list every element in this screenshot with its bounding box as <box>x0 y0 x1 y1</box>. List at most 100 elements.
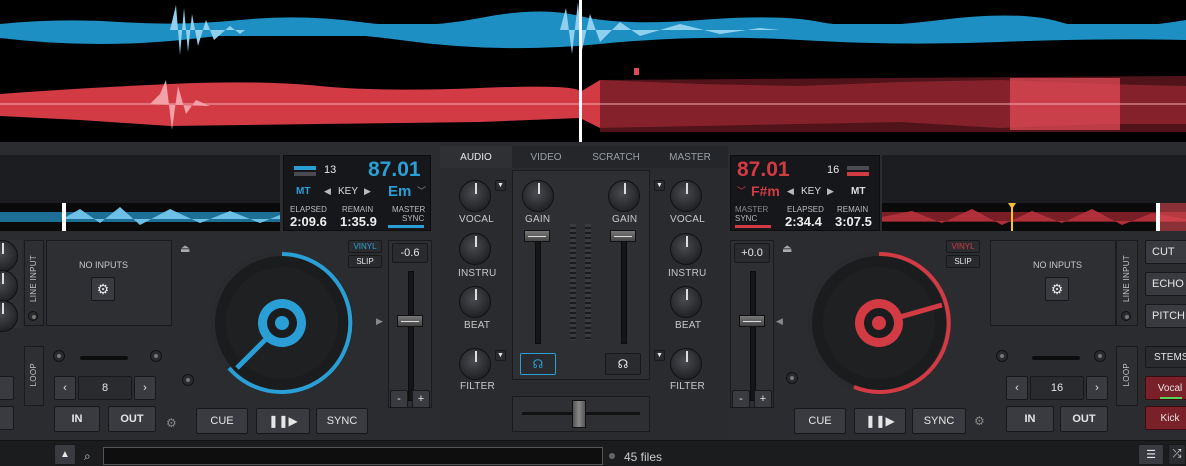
deck1-loop-dot[interactable] <box>53 350 65 362</box>
deck2-line-input-panel[interactable]: LINE INPUT <box>1116 240 1138 326</box>
tab-audio[interactable]: AUDIO <box>440 146 513 168</box>
deck2-key-chevron-icon[interactable]: ﹀ <box>737 184 746 197</box>
mixer-left-volume-fader[interactable] <box>524 230 550 242</box>
deck2-bpm[interactable]: 87.01 <box>737 158 790 182</box>
deck2-play-pause-icon[interactable]: ❚❚▶ <box>854 408 906 434</box>
deck1-play-pause-icon[interactable]: ❚❚▶ <box>256 408 310 434</box>
stem-kick-button[interactable]: Kick <box>1145 406 1186 430</box>
deck1-line-input-dot[interactable] <box>28 311 38 321</box>
deck1-loop-value[interactable]: 8 <box>78 376 132 400</box>
mixer-left-filter-knob[interactable] <box>459 348 491 380</box>
stems-button[interactable]: STEMS <box>1145 346 1186 368</box>
deck1-trim-knob-1[interactable] <box>0 240 18 272</box>
deck2-eject-icon[interactable]: ⏏ <box>782 242 792 255</box>
deck1-line-input-panel[interactable]: LINE INPUT <box>24 240 44 326</box>
mixer-left-beat-knob[interactable] <box>459 286 491 318</box>
deck1-jog-wheel[interactable] <box>209 250 355 396</box>
deck1-in-button[interactable]: IN <box>54 406 100 432</box>
deck2-line-input-dot[interactable] <box>1121 311 1131 321</box>
mixer-right-beat-knob[interactable] <box>670 286 702 318</box>
mixer-left-vocal-knob[interactable] <box>459 180 491 212</box>
mixer-right-headphone-icon[interactable]: ☊ <box>605 353 641 375</box>
deck2-pitch-value[interactable]: +0.0 <box>734 243 770 263</box>
deck1-stop-icon[interactable] <box>182 374 194 386</box>
crossfader-knob[interactable] <box>572 400 586 428</box>
mixer-left-filter-dropdown-icon[interactable]: ▼ <box>495 350 506 361</box>
deck1-sync-button[interactable]: SYNC <box>316 408 368 434</box>
deck1-cue-button[interactable]: CUE <box>196 408 248 434</box>
browser-shuffle-icon[interactable]: ⤮ <box>1168 444 1186 465</box>
mixer-right-instru-knob[interactable] <box>670 233 702 265</box>
deck2-loop-halve-button[interactable]: ‹ <box>1006 376 1028 400</box>
deck1-pitch-track[interactable] <box>408 271 414 401</box>
deck2-key-down-icon[interactable]: ◀ <box>787 186 794 197</box>
deck1-pitch-plus-button[interactable]: + <box>412 390 430 408</box>
deck2-out-button[interactable]: OUT <box>1060 406 1108 432</box>
deck2-mini-waveform[interactable] <box>882 203 1186 231</box>
mixer-right-filter-dropdown-icon[interactable]: ▼ <box>654 350 665 361</box>
deck1-loop-halve-button[interactable]: ‹ <box>54 376 76 400</box>
deck1-key-value[interactable]: Em <box>388 183 411 200</box>
deck2-input-settings-gear-icon[interactable]: ⚙ <box>1045 277 1069 301</box>
deck1-mini-waveform[interactable] <box>0 203 280 231</box>
deck1-loop-double-button[interactable]: › <box>134 376 156 400</box>
tab-master[interactable]: MASTER <box>652 146 728 168</box>
deck1-bpm[interactable]: 87.01 <box>368 158 421 182</box>
search-input[interactable] <box>103 447 603 465</box>
deck1-key-up-icon[interactable]: ▶ <box>364 186 371 197</box>
tab-scratch[interactable]: SCRATCH <box>580 146 653 168</box>
deck2-cue-button[interactable]: CUE <box>794 408 846 434</box>
deck2-pitch-track[interactable] <box>750 271 756 401</box>
mixer-right-volume-track[interactable] <box>621 232 627 344</box>
effect-echo-button[interactable]: ECHO <box>1145 272 1186 296</box>
deck1-trim-knob-3[interactable] <box>0 300 18 332</box>
deck1-input-settings-gear-icon[interactable]: ⚙ <box>91 277 115 301</box>
effect-cut-button[interactable]: CUT <box>1145 240 1186 264</box>
mixer-right-volume-fader[interactable] <box>610 230 636 242</box>
deck1-loop-left-edge-button-2[interactable] <box>0 406 14 430</box>
deck1-loop-left-edge-button[interactable] <box>0 376 14 400</box>
browser-expand-up-icon[interactable]: ▲ <box>54 444 76 465</box>
mixer-gain-right-knob[interactable] <box>608 180 640 212</box>
deck2-settings-gear-icon[interactable]: ⚙ <box>974 414 985 428</box>
deck2-loop-value[interactable]: 16 <box>1030 376 1084 400</box>
mixer-right-eq-dropdown-icon[interactable]: ▼ <box>654 180 665 191</box>
deck1-eject-icon[interactable]: ⏏ <box>180 242 190 255</box>
deck2-key-label: KEY <box>801 186 822 197</box>
deck2-pitch-fader[interactable] <box>739 315 765 327</box>
mixer-left-volume-track[interactable] <box>535 232 541 344</box>
mixer-left-eq-dropdown-icon[interactable]: ▼ <box>495 180 506 191</box>
deck2-stop-icon[interactable] <box>786 372 798 384</box>
tab-video[interactable]: VIDEO <box>512 146 581 168</box>
deck2-mt[interactable]: MT <box>851 186 865 197</box>
deck2-in-button[interactable]: IN <box>1006 406 1054 432</box>
browser-list-icon[interactable]: ☰ <box>1138 444 1164 465</box>
mixer-left-beat-label: BEAT <box>464 320 491 331</box>
deck2-jog-wheel[interactable] <box>806 250 952 396</box>
deck2-pitch-minus-button[interactable]: - <box>732 390 750 408</box>
deck2-loop-dot-2[interactable] <box>1094 350 1106 362</box>
deck2-key-up-icon[interactable]: ▶ <box>827 186 834 197</box>
deck2-loop-double-button[interactable]: › <box>1086 376 1108 400</box>
deck1-mt[interactable]: MT <box>296 186 310 197</box>
deck2-loop-dot[interactable] <box>996 350 1008 362</box>
mixer-gain-left-knob[interactable] <box>522 180 554 212</box>
mixer-left-headphone-icon[interactable]: ☊ <box>520 353 556 375</box>
deck1-pitch-value[interactable]: -0.6 <box>392 243 428 263</box>
mixer-right-vocal-knob[interactable] <box>670 180 702 212</box>
deck2-pitch-plus-button[interactable]: + <box>754 390 772 408</box>
waveform-display[interactable] <box>0 0 1186 142</box>
deck1-out-button[interactable]: OUT <box>108 406 156 432</box>
deck1-loop-dot-2[interactable] <box>150 350 162 362</box>
effect-pitch-button[interactable]: PITCH <box>1145 304 1186 328</box>
deck1-key-down-icon[interactable]: ◀ <box>324 186 331 197</box>
deck2-sync-button[interactable]: SYNC <box>912 408 966 434</box>
deck1-key-chevron-icon[interactable]: ﹀ <box>417 184 426 197</box>
mixer-left-instru-knob[interactable] <box>459 233 491 265</box>
search-options-dot-icon[interactable] <box>609 453 615 459</box>
mixer-right-filter-knob[interactable] <box>670 348 702 380</box>
deck1-trim-knob-2[interactable] <box>0 270 18 302</box>
deck1-pitch-fader[interactable] <box>397 315 423 327</box>
deck2-key-value[interactable]: F#m <box>751 183 780 199</box>
deck1-pitch-minus-button[interactable]: - <box>390 390 408 408</box>
